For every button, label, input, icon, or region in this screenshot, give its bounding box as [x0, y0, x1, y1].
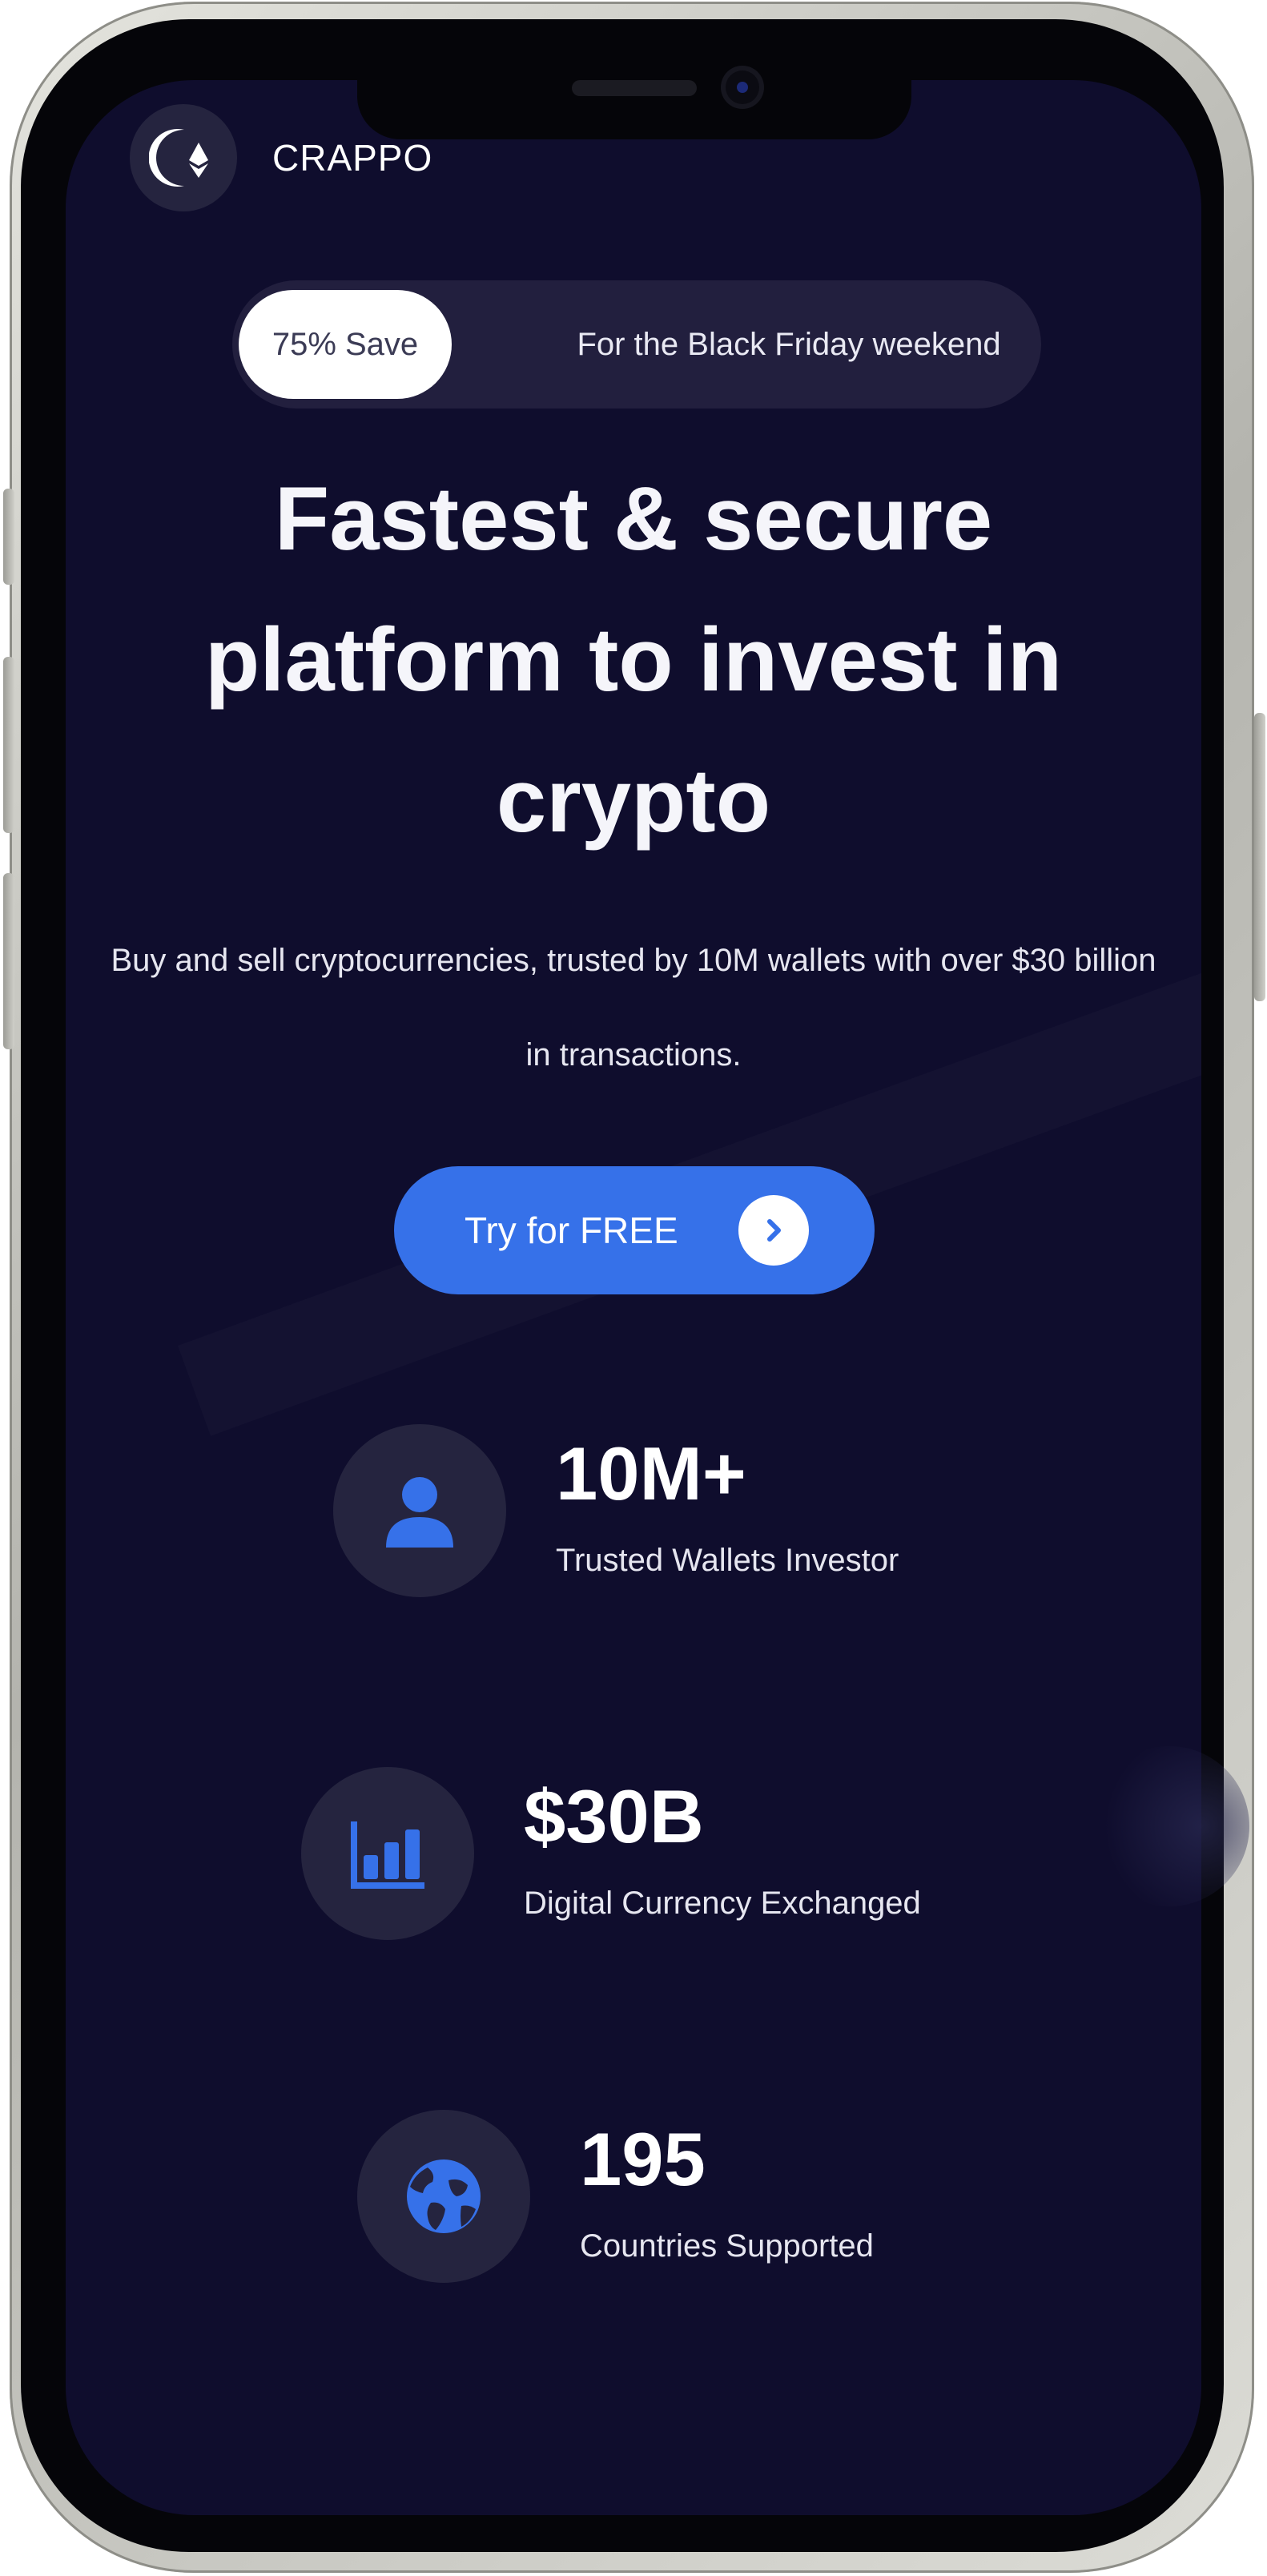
hero-subtitle: Buy and sell cryptocurrencies, trusted b…: [111, 943, 1156, 1073]
front-camera: [721, 66, 764, 109]
speaker-grille: [572, 80, 697, 96]
landing-page: CRAPPO 75% Save For the Black Friday wee…: [0, 0, 1267, 2576]
user-icon: [386, 1477, 453, 1548]
brand-name[interactable]: CRAPPO: [272, 136, 432, 179]
bar-chart-icon: [351, 1821, 424, 1889]
moon-ethereum-logo-icon: [149, 129, 208, 187]
try-free-label: Try for FREE: [465, 1210, 678, 1251]
promo-text: For the Black Friday weekend: [577, 327, 1001, 362]
user-icon-badge: [333, 1424, 506, 1597]
bar-chart-icon-badge: [301, 1767, 474, 1940]
globe-icon: [407, 2159, 481, 2233]
try-free-button[interactable]: Try for FREE: [394, 1166, 875, 1294]
stat-value: 10M+: [556, 1431, 746, 1515]
stat-label: Digital Currency Exchanged: [524, 1886, 921, 1921]
promo-badge: 75% Save: [239, 290, 452, 399]
promo-banner[interactable]: 75% Save For the Black Friday weekend: [232, 280, 1041, 409]
globe-icon-badge: [357, 2110, 530, 2283]
hero-title: Fastest & secure platform to invest in c…: [204, 469, 1063, 851]
logo[interactable]: [130, 104, 237, 211]
chevron-right-icon: [738, 1195, 809, 1266]
stat-label: Trusted Wallets Investor: [556, 1543, 899, 1578]
stat-label: Countries Supported: [580, 2228, 874, 2264]
stat-value: $30B: [524, 1774, 704, 1858]
stat-value: 195: [580, 2117, 706, 2201]
